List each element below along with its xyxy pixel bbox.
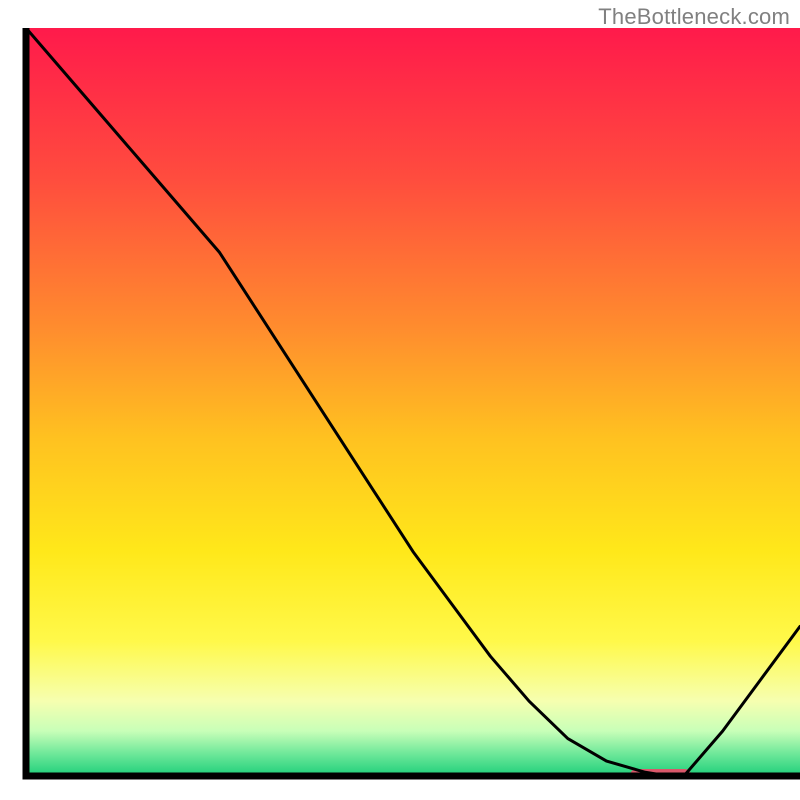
plot-background: [26, 28, 800, 776]
chart-container: TheBottleneck.com: [0, 0, 800, 800]
bottleneck-chart: [0, 0, 800, 800]
watermark-label: TheBottleneck.com: [598, 4, 790, 30]
